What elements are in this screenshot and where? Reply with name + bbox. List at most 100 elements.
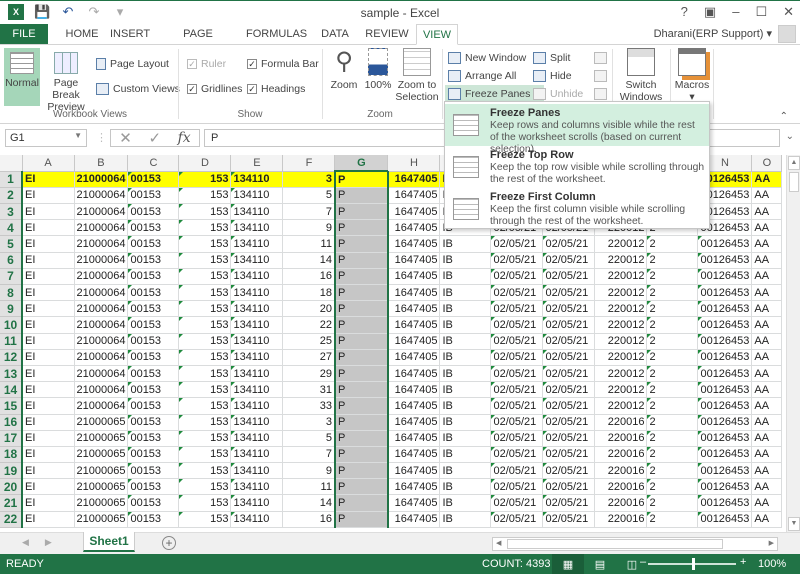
- cell-d3[interactable]: 153: [178, 203, 232, 221]
- cell-g19[interactable]: P: [333, 462, 389, 480]
- gridlines-checkbox[interactable]: ✓ Gridlines: [187, 80, 242, 97]
- cell-a21[interactable]: EI: [22, 494, 75, 512]
- cell-l15[interactable]: 220012: [594, 397, 648, 415]
- cell-a14[interactable]: EI: [22, 381, 75, 399]
- cell-b20[interactable]: 21000065: [74, 478, 129, 496]
- row-header[interactable]: 9: [0, 300, 23, 318]
- cell-e4[interactable]: 134110: [230, 219, 284, 237]
- cell-e7[interactable]: 134110: [230, 268, 284, 286]
- cell-e9[interactable]: 134110: [230, 300, 284, 318]
- next-sheet-icon[interactable]: ▶: [45, 537, 52, 548]
- cell-e6[interactable]: 134110: [230, 252, 284, 269]
- tab-page-layout[interactable]: PAGE LAYOUT: [162, 24, 234, 60]
- menu-item-freeze-first-column[interactable]: Freeze First Column Keep the first colum…: [445, 188, 709, 230]
- cell-n16[interactable]: 00126453: [697, 414, 753, 431]
- cell-n13[interactable]: 00126453: [697, 365, 753, 383]
- cell-a2[interactable]: EI: [22, 187, 75, 205]
- cell-o19[interactable]: AA: [751, 462, 783, 480]
- cell-g3[interactable]: P: [333, 203, 389, 221]
- scroll-left-icon[interactable]: ◀: [496, 538, 501, 550]
- cell-n20[interactable]: 00126453: [697, 478, 753, 496]
- cell-g22[interactable]: P: [333, 511, 389, 528]
- page-break-preview-button[interactable]: Page Break Preview: [42, 48, 90, 113]
- cell-a4[interactable]: EI: [22, 219, 75, 237]
- expand-formula-bar-icon[interactable]: ⌄: [786, 131, 794, 142]
- cell-c16[interactable]: 00153: [127, 414, 180, 431]
- cell-a16[interactable]: EI: [22, 414, 75, 431]
- cell-k12[interactable]: 02/05/21: [542, 349, 596, 366]
- prev-sheet-icon[interactable]: ◀: [22, 537, 29, 548]
- avatar[interactable]: [778, 25, 796, 43]
- cell-b19[interactable]: 21000065: [74, 462, 129, 480]
- cell-o12[interactable]: AA: [751, 349, 783, 366]
- cell-f6[interactable]: 14: [282, 252, 336, 269]
- cell-d18[interactable]: 153: [178, 446, 232, 464]
- cell-h14[interactable]: 1647405: [387, 381, 441, 399]
- cell-d5[interactable]: 153: [178, 235, 232, 253]
- cell-h7[interactable]: 1647405: [387, 268, 441, 286]
- cell-h6[interactable]: 1647405: [387, 252, 441, 269]
- cell-g11[interactable]: P: [333, 333, 389, 350]
- cell-i17[interactable]: IB: [439, 430, 492, 447]
- cell-g4[interactable]: P: [333, 219, 389, 237]
- cell-g7[interactable]: P: [333, 268, 389, 286]
- cell-j11[interactable]: 02/05/21: [490, 333, 544, 350]
- row-header[interactable]: 6: [0, 252, 23, 269]
- cell-o15[interactable]: AA: [751, 397, 783, 415]
- cell-f5[interactable]: 11: [282, 235, 336, 253]
- cell-c18[interactable]: 00153: [127, 446, 180, 464]
- tab-home[interactable]: HOME: [62, 24, 102, 44]
- scroll-up-icon[interactable]: ▲: [788, 156, 800, 170]
- cell-o17[interactable]: AA: [751, 430, 783, 447]
- cell-o14[interactable]: AA: [751, 381, 783, 399]
- cell-j9[interactable]: 02/05/21: [490, 300, 544, 318]
- cell-e21[interactable]: 134110: [230, 494, 284, 512]
- cell-n17[interactable]: 00126453: [697, 430, 753, 447]
- cell-n10[interactable]: 00126453: [697, 316, 753, 334]
- cell-l5[interactable]: 220012: [594, 235, 648, 253]
- zoom-button[interactable]: ⚲ Zoom: [328, 48, 360, 91]
- cell-a10[interactable]: EI: [22, 316, 75, 334]
- cell-c1[interactable]: 00153: [127, 171, 180, 188]
- cell-h8[interactable]: 1647405: [387, 284, 441, 302]
- cell-m22[interactable]: 2: [646, 511, 699, 528]
- cell-k9[interactable]: 02/05/21: [542, 300, 596, 318]
- cell-g21[interactable]: P: [333, 494, 389, 512]
- custom-views-button[interactable]: Custom Views: [96, 80, 180, 97]
- cell-m9[interactable]: 2: [646, 300, 699, 318]
- headings-checkbox[interactable]: ✓ Headings: [247, 80, 305, 97]
- cell-d21[interactable]: 153: [178, 494, 232, 512]
- cell-f19[interactable]: 9: [282, 462, 336, 480]
- cell-k10[interactable]: 02/05/21: [542, 316, 596, 334]
- cell-o16[interactable]: AA: [751, 414, 783, 431]
- cell-o20[interactable]: AA: [751, 478, 783, 496]
- cell-f21[interactable]: 14: [282, 494, 336, 512]
- cell-o7[interactable]: AA: [751, 268, 783, 286]
- cell-a18[interactable]: EI: [22, 446, 75, 464]
- cell-i15[interactable]: IB: [439, 397, 492, 415]
- row-header[interactable]: 18: [0, 446, 23, 464]
- cell-l9[interactable]: 220012: [594, 300, 648, 318]
- close-icon[interactable]: ✕: [783, 4, 794, 20]
- cell-n12[interactable]: 00126453: [697, 349, 753, 366]
- cell-a13[interactable]: EI: [22, 365, 75, 383]
- cell-g6[interactable]: P: [333, 252, 389, 269]
- cell-i10[interactable]: IB: [439, 316, 492, 334]
- cell-c17[interactable]: 00153: [127, 430, 180, 447]
- tab-file[interactable]: FILE: [0, 24, 48, 44]
- add-sheet-icon[interactable]: +: [162, 536, 176, 550]
- column-header-a[interactable]: A: [22, 155, 75, 172]
- cell-a8[interactable]: EI: [22, 284, 75, 302]
- cell-d4[interactable]: 153: [178, 219, 232, 237]
- cell-a19[interactable]: EI: [22, 462, 75, 480]
- cell-l12[interactable]: 220012: [594, 349, 648, 366]
- cell-i14[interactable]: IB: [439, 381, 492, 399]
- cell-j12[interactable]: 02/05/21: [490, 349, 544, 366]
- cell-l6[interactable]: 220012: [594, 252, 648, 269]
- cell-i19[interactable]: IB: [439, 462, 492, 480]
- cell-n15[interactable]: 00126453: [697, 397, 753, 415]
- column-header-o[interactable]: O: [751, 155, 783, 172]
- cell-d14[interactable]: 153: [178, 381, 232, 399]
- zoom-in-icon[interactable]: +: [740, 556, 746, 568]
- cell-j19[interactable]: 02/05/21: [490, 462, 544, 480]
